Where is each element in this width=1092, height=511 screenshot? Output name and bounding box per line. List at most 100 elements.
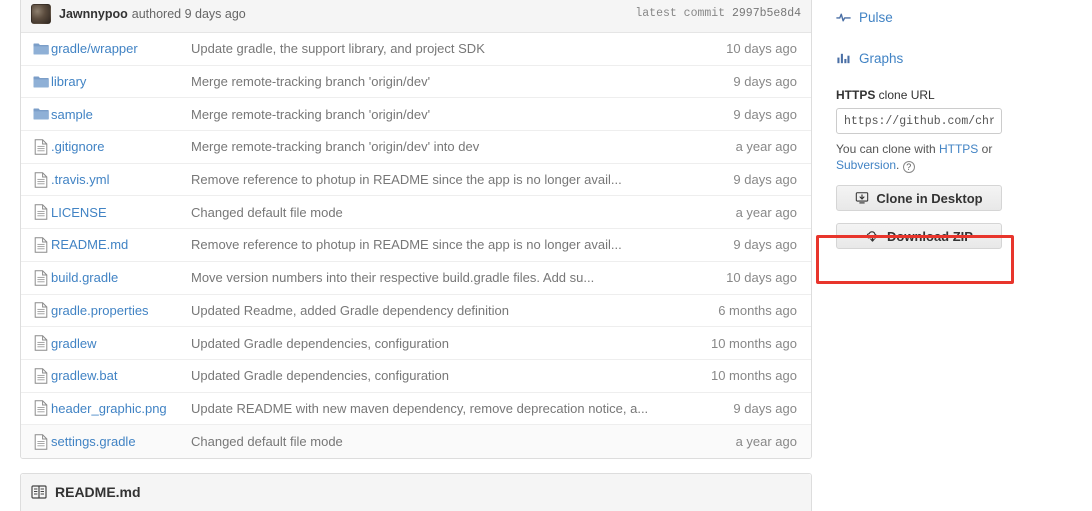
file-name-link[interactable]: sample [51,107,93,122]
commit-sha[interactable]: 2997b5e8d4 [732,7,801,20]
commit-age-cell: 10 days ago [726,41,797,57]
question-circle-icon[interactable]: ? [902,161,915,173]
file-name-link[interactable]: header_graphic.png [51,401,167,416]
file-icon [21,171,51,188]
latest-commit-header: Jawnnypoo authored 9 days ago latest com… [21,0,811,33]
download-zip-button[interactable]: Download ZIP [836,223,1002,249]
readme-panel: README.md [20,472,812,511]
file-listing-column: Jawnnypoo authored 9 days ago latest com… [20,0,812,511]
clone-help-text: You can clone with HTTPS or Subversion. … [836,141,1006,173]
commit-message-cell[interactable]: Remove reference to photup in README sin… [191,172,691,187]
file-rows: gradle/wrapper Update gradle, the support… [21,33,811,458]
file-icon [21,400,51,417]
file-name-link[interactable]: gradlew.bat [51,368,118,383]
commit-message-cell[interactable]: Merge remote-tracking branch 'origin/dev… [191,139,691,154]
sidebar-item-pulse[interactable]: Pulse [836,6,1016,28]
clone-in-desktop-button[interactable]: Clone in Desktop [836,185,1002,211]
file-name-link[interactable]: library [51,74,86,89]
repository-sidebar: Pulse Graphs HTTPS clone URL You can clo… [836,6,1016,249]
table-row: LICENSE Changed default file mode a year a… [21,196,811,230]
table-row: build.gradle Move version numbers into th… [21,261,811,295]
table-row: sample Merge remote-tracking branch 'orig… [21,98,811,132]
file-name-link[interactable]: settings.gradle [51,434,136,449]
pulse-icon [836,10,851,25]
file-name-link[interactable]: .gitignore [51,139,104,154]
latest-commit-label: latest commit [635,7,726,20]
clone-subversion-link[interactable]: Subversion [836,158,896,172]
table-row: .gitignore Merge remote-tracking branch '… [21,131,811,164]
latest-commit-info: latest commit 2997b5e8d4 [635,7,801,20]
commit-message-cell[interactable]: Merge remote-tracking branch 'origin/dev… [191,74,691,89]
commit-authored-time: authored 9 days ago [131,6,246,21]
graph-icon [836,51,851,66]
folder-icon [21,42,51,56]
commit-author-link[interactable]: Jawnnypoo [59,7,128,21]
clone-help-suffix: . [896,158,900,172]
table-row: gradlew.bat Updated Gradle dependencies, … [21,359,811,393]
commit-message-cell[interactable]: Changed default file mode [191,205,691,220]
table-row: settings.gradle Changed default file mode… [21,425,811,458]
sidebar-item-graphs-label: Graphs [859,50,904,66]
file-name-cell: gradlew.bat [51,368,191,383]
clone-url-input[interactable] [836,108,1002,134]
file-icon [21,237,51,253]
file-name-cell: header_graphic.png [51,401,191,416]
commit-message-cell[interactable]: Changed default file mode [191,434,691,449]
commit-message-cell[interactable]: Move version numbers into their respecti… [191,270,691,285]
file-name-link[interactable]: gradle/wrapper [51,41,138,56]
commit-message-cell[interactable]: Remove reference to photup in README sin… [191,237,691,252]
file-icon [21,433,51,450]
download-zip-label: Download ZIP [887,228,973,244]
clone-url-label: HTTPS clone URL [836,88,1016,102]
file-table: Jawnnypoo authored 9 days ago latest com… [20,0,812,459]
file-name-cell: settings.gradle [51,434,191,449]
file-name-link[interactable]: gradle.properties [51,303,149,318]
file-name-link[interactable]: gradlew [51,336,97,351]
file-name-link[interactable]: README.md [51,237,128,252]
sidebar-item-graphs[interactable]: Graphs [836,47,1016,69]
commit-age-cell: 9 days ago [733,172,797,188]
file-name-link[interactable]: build.gradle [51,270,118,285]
book-icon [31,484,47,500]
readme-header: README.md [21,473,811,511]
folder-icon [21,107,51,121]
file-name-cell: library [51,74,191,89]
table-row: README.md Remove reference to photup in R… [21,229,811,262]
commit-age-cell: a year ago [735,139,797,155]
table-row: gradle/wrapper Update gradle, the support… [21,33,811,66]
file-icon [21,204,51,220]
file-name-link[interactable]: LICENSE [51,205,107,220]
table-row: gradlew Updated Gradle dependencies, conf… [21,327,811,360]
table-row: library Merge remote-tracking branch 'ori… [21,65,811,99]
commit-age-cell: 9 days ago [733,106,797,122]
commit-age-cell: 9 days ago [733,237,797,253]
file-icon [21,302,51,319]
file-icon [21,368,51,384]
clone-https-link[interactable]: HTTPS [939,142,978,156]
commit-message-cell[interactable]: Updated Gradle dependencies, configurati… [191,336,691,351]
file-name-cell: README.md [51,237,191,252]
repository-page: Jawnnypoo authored 9 days ago latest com… [0,0,1092,511]
clone-in-desktop-label: Clone in Desktop [876,190,983,206]
file-name-link[interactable]: .travis.yml [51,172,110,187]
clone-url-label-rest: clone URL [875,88,935,102]
table-row: .travis.yml Remove reference to photup in… [21,163,811,197]
commit-age-cell: 10 months ago [710,368,797,384]
file-name-cell: build.gradle [51,270,191,285]
commit-message-cell[interactable]: Updated Gradle dependencies, configurati… [191,368,691,383]
commit-age-cell: 10 days ago [726,270,797,286]
commit-age-cell: 6 months ago [718,302,797,318]
table-row: gradle.properties Updated Readme, added G… [21,294,811,328]
avatar[interactable] [31,3,51,24]
file-name-cell: gradlew [51,336,191,351]
commit-age-cell: 9 days ago [733,74,797,90]
file-name-cell: .travis.yml [51,172,191,187]
file-name-cell: .gitignore [51,139,191,154]
commit-age-cell: 10 months ago [710,335,797,351]
commit-message-cell[interactable]: Updated Readme, added Gradle dependency … [191,303,691,318]
file-icon [21,139,51,155]
commit-message-cell[interactable]: Merge remote-tracking branch 'origin/dev… [191,107,691,122]
commit-message-cell[interactable]: Update README with new maven dependency,… [191,401,691,416]
commit-message-cell[interactable]: Update gradle, the support library, and … [191,41,691,56]
clone-help-middle: or [978,142,993,156]
